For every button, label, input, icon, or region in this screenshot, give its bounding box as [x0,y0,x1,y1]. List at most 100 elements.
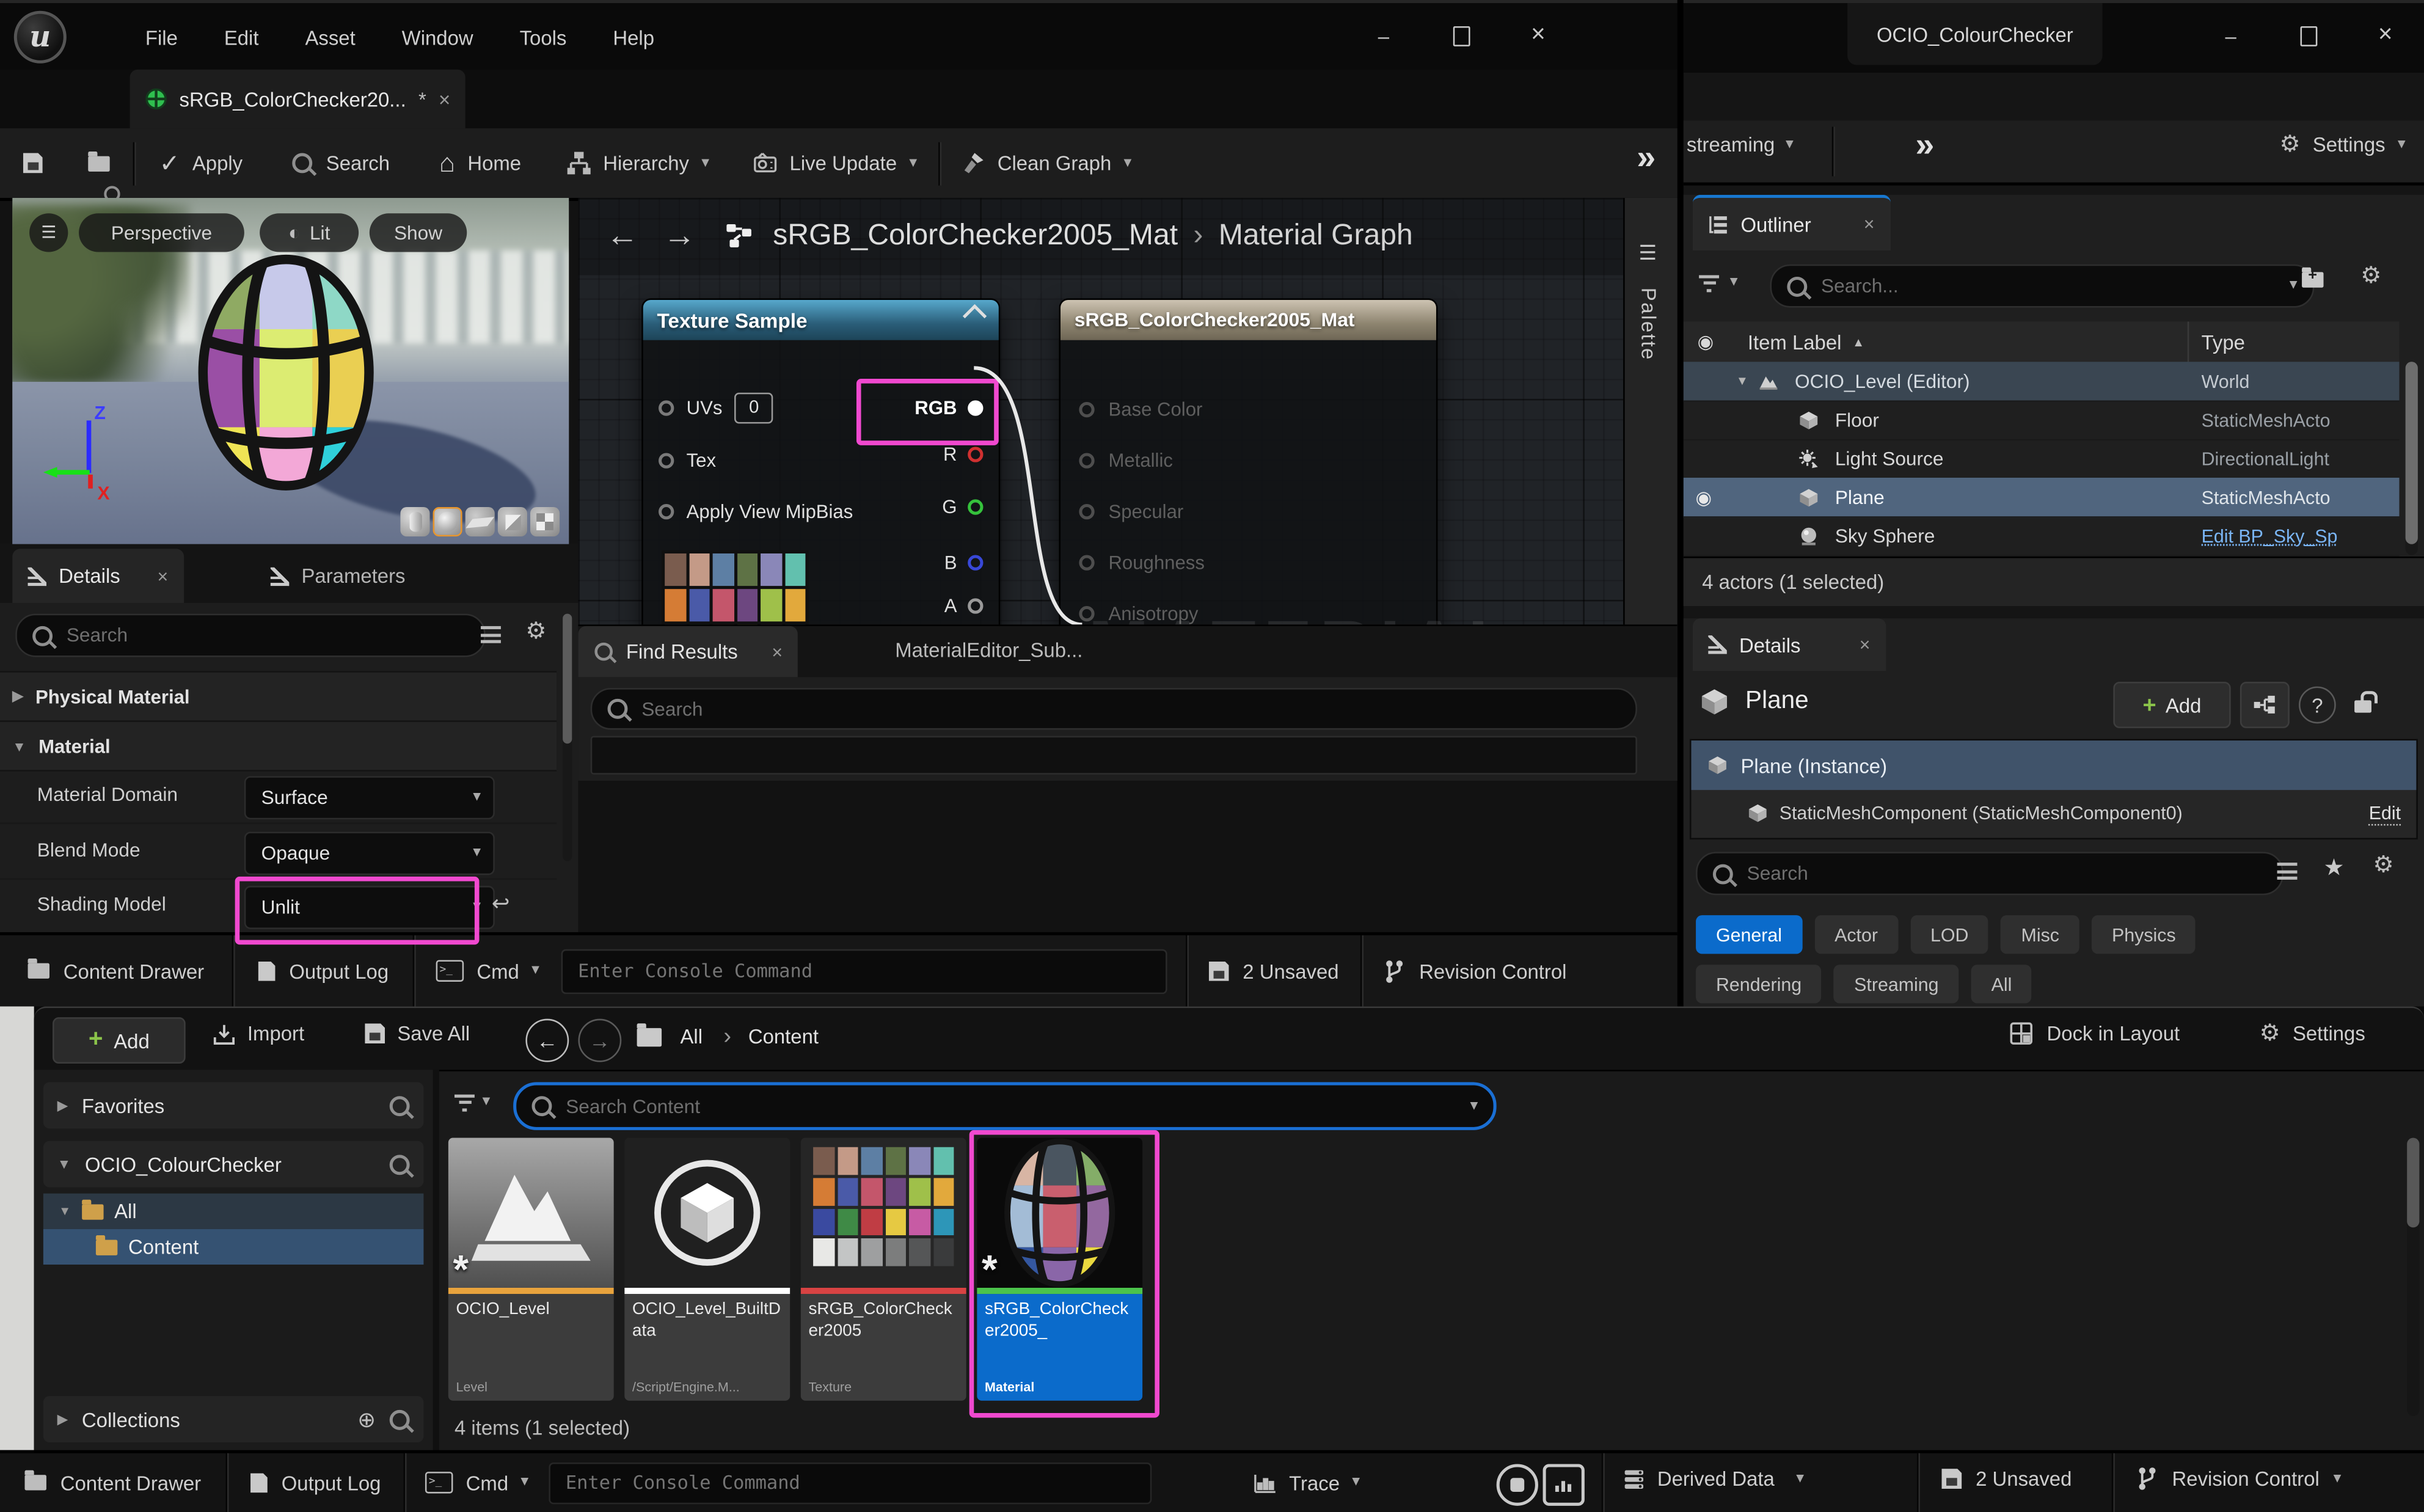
property-dropdown[interactable]: Opaque▾ [244,831,495,874]
asset-tab-close-icon[interactable]: × [439,87,450,111]
output-pin-g[interactable]: G [942,492,983,523]
cmd-button[interactable]: >_ Cmd▾ [415,959,561,982]
derived-data-button[interactable]: Derived Data▾ [1623,1467,1804,1491]
visibility-eye-icon[interactable]: ◉ [1684,486,1724,508]
material-pin-metallic[interactable]: Metallic [1079,444,1173,478]
material-pin-base-color[interactable]: Base Color [1079,393,1202,427]
content-search[interactable]: ▾ [513,1082,1496,1130]
cb-settings-button[interactable]: ⚙ Settings [2260,1022,2365,1045]
collections-section[interactable]: ▶ Collections ⊕ [43,1396,424,1442]
details-display-options-icon[interactable] [481,626,501,643]
outliner-tab-close-icon[interactable]: × [1864,213,1875,235]
search-icon[interactable] [390,1095,410,1116]
details-tab[interactable]: Details × [12,549,183,603]
tree-item-all[interactable]: ▼ All [43,1194,424,1229]
toolbar-overflow-icon[interactable]: » [1637,137,1656,178]
details-tab-close-icon[interactable]: × [157,565,168,586]
node-collapse-icon[interactable] [963,304,987,328]
content-scrollbar[interactable] [2407,1138,2419,1417]
forward-button[interactable]: → [578,1019,621,1062]
hierarchy-button[interactable]: Hierarchy▾ [546,152,731,175]
asset-tile-srgb_colorchecker2005_[interactable]: *sRGB_ColorChecker2005_Material [977,1138,1142,1401]
live-update-button[interactable]: Live Update▾ [731,152,938,175]
asset-tile-ocio_level[interactable]: *OCIO_LevelLevel [448,1138,614,1401]
outliner-scrollbar[interactable] [2406,362,2418,555]
close-button[interactable]: × [1509,15,1568,56]
preview-cylinder-button[interactable] [400,507,429,536]
back-button[interactable]: ← [525,1019,569,1062]
viewport-options-button[interactable]: ☰ [29,213,68,252]
component-row[interactable]: StaticMeshComponent (StaticMeshComponent… [1691,790,2416,836]
expander-icon[interactable]: ▼ [12,738,26,753]
add-button[interactable]: + Add [53,1017,186,1064]
instance-row[interactable]: Plane (Instance) [1691,740,2416,790]
category-pill-general[interactable]: General [1696,915,1802,954]
toolbar-expand-icon[interactable]: » [1915,125,1934,166]
menu-item-tools[interactable]: Tools [498,26,588,49]
property-dropdown[interactable]: Surface▾ [244,776,495,819]
outliner-row-plane[interactable]: ◉PlaneStaticMeshActo [1684,478,2400,518]
viewport-lit-button[interactable]: ◐Lit [260,213,359,252]
parameters-tab[interactable]: Parameters [255,549,421,603]
asset-tab[interactable]: sRGB_ColorChecker20... * × [130,70,466,128]
settings-button[interactable]: ⚙ Settings▾ [2279,133,2405,156]
clean-graph-button[interactable]: Clean Graph▾ [940,152,1153,175]
streaming-button[interactable]: streaming▾ [1687,133,1794,156]
outliner-filter-chevron[interactable]: ▾ [1730,275,1738,290]
edit-component-link[interactable]: Edit [2369,802,2401,825]
menu-item-help[interactable]: Help [591,26,676,49]
level-details-search-input[interactable] [1744,861,2266,886]
menu-item-edit[interactable]: Edit [202,26,280,49]
level-details-close-icon[interactable]: × [1860,634,1871,656]
output-pin-rgb[interactable]: RGB [914,393,983,424]
edit-blueprint-link[interactable]: Edit BP_Sky_Sp [2202,525,2400,546]
visibility-column-icon[interactable]: ◉ [1698,332,1714,351]
menu-item-file[interactable]: File [123,26,199,49]
material-pin-specular[interactable]: Specular [1079,495,1183,529]
add-collection-icon[interactable]: ⊕ [357,1406,376,1433]
nav-forward-icon[interactable]: → [663,218,696,255]
category-pill-physics[interactable]: Physics [2092,915,2196,954]
category-pill-lod[interactable]: LOD [1910,915,1988,954]
preview-material-sphere[interactable] [192,254,381,492]
expander-icon[interactable]: ▶ [57,1411,68,1428]
find-results-close-icon[interactable]: × [772,641,783,662]
category-pill-rendering[interactable]: Rendering [1696,965,1822,1003]
outliner-add-folder-icon[interactable]: + [2302,269,2323,292]
expander-icon[interactable]: ▶ [57,1097,68,1114]
add-component-button[interactable]: + Add [2113,682,2230,728]
expander-icon[interactable]: ▶ [12,688,23,705]
output-log-button[interactable]: Output Log [227,1471,404,1494]
viewport-perspective-button[interactable]: Perspective [79,213,244,252]
input-pin-tex[interactable]: Tex [659,445,716,477]
unlocked-icon[interactable] [2354,694,2371,717]
apply-button[interactable]: ✓ Apply [134,148,267,179]
details-settings-icon[interactable]: ⚙ [525,620,546,643]
breadcrumb-root[interactable]: All [680,1025,703,1048]
reset-to-default-icon[interactable]: ↩ [492,891,510,917]
material-pin-roughness[interactable]: Roughness [1079,546,1205,580]
favorites-filter-icon[interactable]: ★ [2324,853,2345,882]
save-all-button[interactable]: Save All [365,1022,470,1045]
section-physical-material[interactable]: ▶ Physical Material [0,671,557,722]
output-pin-r[interactable]: R [943,439,984,470]
level-details-search[interactable] [1696,852,2283,895]
search-button[interactable]: Search [268,152,415,175]
minimize-button[interactable]: – [2202,15,2260,56]
category-pill-actor[interactable]: Actor [1814,915,1898,954]
find-results-tab[interactable]: Find Results × [578,626,798,677]
search-icon[interactable] [390,1154,410,1174]
content-drawer-button[interactable]: Content Drawer [0,959,232,982]
item-label-column-header[interactable]: Item Label [1748,330,1842,353]
category-pill-all[interactable]: All [1971,965,2032,1003]
details-matrix-icon[interactable] [2277,863,2298,880]
menu-item-asset[interactable]: Asset [283,26,377,49]
level-editor-titlebar[interactable]: OCIO_ColourChecker – × [1684,0,2424,73]
console-command-input[interactable] [561,949,1167,993]
nav-back-icon[interactable]: ← [606,218,638,255]
details-search[interactable] [15,614,485,657]
output-pin-a[interactable]: A [944,591,984,622]
minimize-button[interactable]: – [1354,15,1413,56]
browse-to-asset-button[interactable] [65,155,133,170]
expander-icon[interactable]: ▼ [59,1204,71,1218]
